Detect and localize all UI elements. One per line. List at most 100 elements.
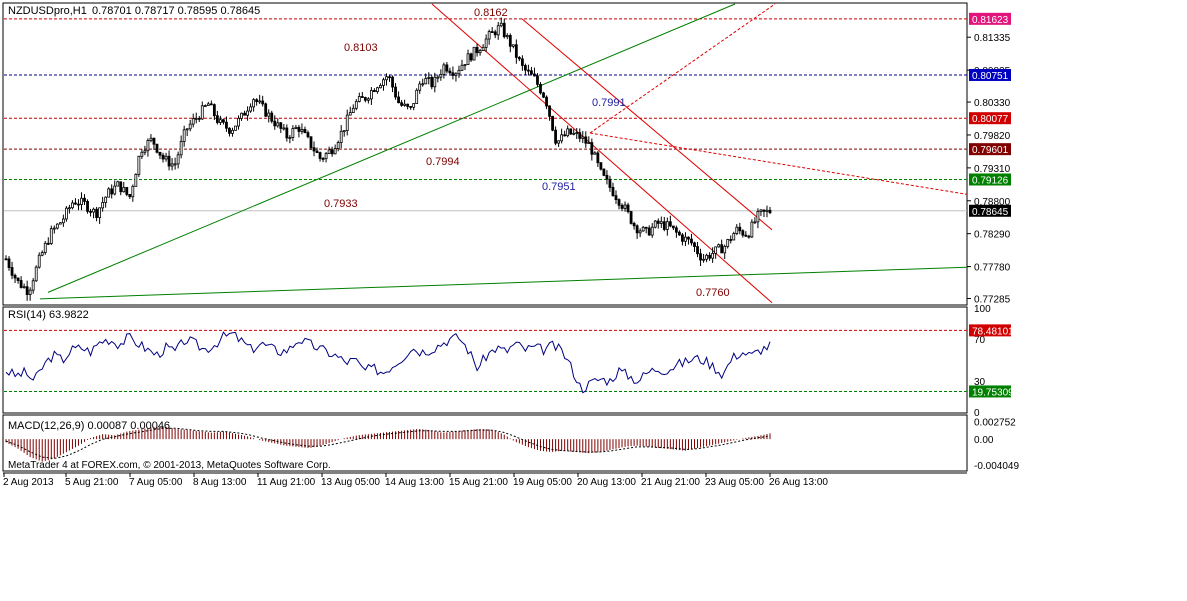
candle-body	[243, 112, 246, 116]
candle-body	[430, 77, 434, 88]
candle-body	[385, 76, 388, 81]
candle-body	[291, 128, 295, 138]
candle-body	[753, 221, 757, 224]
candle-body	[336, 142, 340, 149]
candle-body	[662, 221, 666, 230]
candle-body	[460, 64, 464, 71]
candle-body	[602, 168, 606, 176]
candle-body	[185, 128, 189, 131]
candle-body	[46, 242, 50, 245]
candle-body	[484, 38, 488, 48]
candle-body	[681, 234, 684, 242]
candle-body	[71, 202, 74, 209]
candle-body	[173, 163, 177, 166]
candle-body	[10, 267, 14, 276]
candle-body	[300, 129, 304, 132]
candle-body	[656, 220, 660, 224]
candle-body	[690, 238, 693, 244]
candle-body	[505, 35, 509, 38]
candle-body	[369, 90, 373, 100]
candle-body	[179, 141, 183, 156]
candle-body	[282, 127, 286, 130]
candle-body	[687, 236, 690, 240]
candle-body	[339, 130, 343, 143]
candle-body	[222, 119, 225, 123]
candle-body	[436, 76, 440, 79]
candle-body	[237, 117, 240, 127]
candle-body	[412, 103, 416, 108]
candle-body	[52, 227, 56, 230]
candle-body	[590, 142, 594, 155]
candle-body	[110, 188, 114, 195]
candle-body	[596, 152, 600, 164]
candle-body	[584, 136, 588, 144]
candle-body	[104, 196, 108, 203]
candle-body	[215, 115, 219, 123]
candle-body	[439, 74, 443, 78]
candle-body	[13, 274, 17, 279]
candle-body	[735, 226, 739, 234]
time-axis-label: 23 Aug 05:00	[705, 477, 764, 488]
rsi-axis-label: 100	[974, 304, 991, 315]
candle-body	[212, 104, 216, 117]
candle-body	[626, 204, 630, 213]
candle-body	[644, 226, 648, 229]
candle-body	[481, 46, 485, 51]
candle-body	[765, 209, 769, 212]
price-annotation: 0.7951	[542, 181, 576, 193]
candle-body	[527, 69, 530, 72]
candle-body	[454, 73, 458, 76]
time-axis-label: 20 Aug 13:00	[577, 477, 636, 488]
candle-body	[16, 277, 20, 281]
candle-body	[312, 147, 316, 152]
candle-body	[327, 149, 331, 154]
candle-body	[530, 70, 533, 75]
rsi-title: RSI(14) 63.9822	[8, 309, 89, 321]
candle-body	[388, 76, 391, 79]
candle-body	[587, 142, 591, 144]
candle-body	[744, 234, 748, 237]
candle-body	[502, 22, 506, 38]
candle-body	[714, 246, 718, 254]
candle-body	[554, 129, 557, 144]
price-axis-label: 0.77780	[974, 263, 1011, 274]
candle-body	[83, 197, 86, 202]
candle-body	[572, 132, 576, 135]
candle-body	[152, 137, 156, 145]
candle-body	[415, 89, 419, 104]
candle-body	[620, 204, 624, 209]
candle-body	[270, 112, 274, 122]
candle-body	[551, 115, 554, 131]
candle-body	[366, 98, 370, 101]
candle-body	[650, 226, 654, 236]
candle-body	[22, 286, 26, 289]
candle-body	[720, 244, 724, 254]
level-price-tag-label: 0.79601	[972, 145, 1009, 156]
candle-body	[732, 233, 736, 241]
candle-body	[427, 77, 431, 79]
candle-body	[164, 155, 168, 160]
candle-body	[231, 129, 234, 134]
chart-canvas: 0.8162 0.8103 0.7991 0.7994 0.7951 0.7933 0.77…	[2, 2, 1019, 488]
candle-body	[279, 122, 283, 129]
candle-body	[31, 280, 35, 291]
candle-body	[382, 79, 385, 86]
rsi-panel-frame	[2, 306, 968, 414]
time-axis-label: 19 Aug 05:00	[513, 477, 572, 488]
candle-body	[345, 114, 349, 131]
candle-body	[478, 50, 482, 54]
candle-body	[246, 110, 249, 116]
candle-body	[433, 76, 437, 88]
candle-body	[324, 152, 328, 160]
candle-body	[608, 178, 612, 188]
time-axis-label: 8 Aug 13:00	[193, 477, 247, 488]
candle-body	[276, 122, 280, 127]
candle-body	[55, 223, 59, 229]
candle-body	[539, 84, 542, 94]
time-axis-label: 26 Aug 13:00	[769, 477, 828, 488]
candle-body	[357, 96, 361, 102]
price-annotation: 0.8162	[474, 7, 508, 19]
candle-body	[523, 65, 527, 71]
candle-body	[116, 181, 120, 187]
candle-body	[723, 246, 727, 254]
